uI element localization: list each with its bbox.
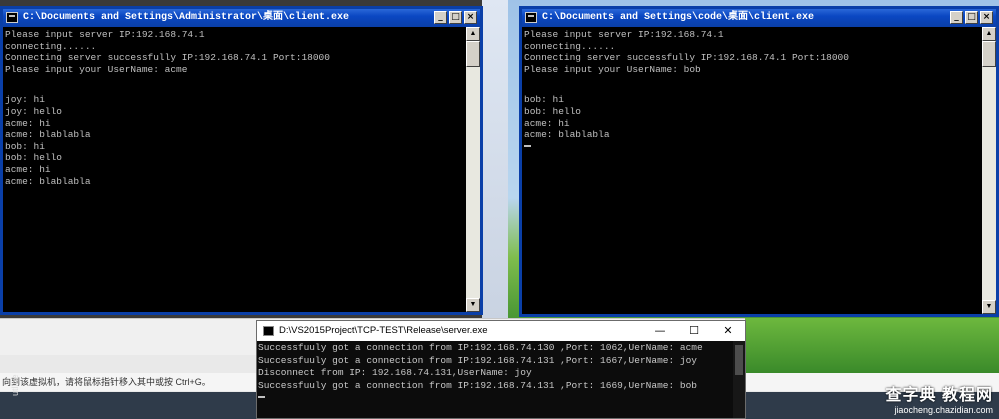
console-line: connecting......: [524, 40, 616, 52]
maximize-button[interactable]: ☐: [677, 321, 711, 341]
maximize-button[interactable]: □: [965, 11, 978, 24]
console-line: acme: hi: [524, 117, 570, 129]
console-line: Please input your UserName: bob: [524, 63, 701, 75]
console-line: acme: hi: [5, 117, 51, 129]
watermark: 查字典 教程网 jiaocheng.chazidian.com: [853, 381, 993, 415]
server-window[interactable]: D:\VS2015Project\TCP-TEST\Release\server…: [256, 320, 746, 419]
console-line: acme: hi: [5, 163, 51, 175]
minimize-button[interactable]: _: [434, 11, 447, 24]
scroll-up-arrow-icon[interactable]: ▲: [982, 27, 996, 41]
text-cursor: [258, 392, 732, 405]
scroll-down-arrow-icon[interactable]: ▼: [466, 298, 480, 312]
right-console-output[interactable]: Please input server IP:192.168.74.1 conne…: [522, 27, 982, 314]
console-line: bob: hi: [5, 140, 45, 152]
outline-tab[interactable]: utline: [10, 374, 20, 396]
console-line: Please input server IP:192.168.74.1: [524, 29, 724, 40]
minimize-button[interactable]: —: [643, 321, 677, 341]
left-window-title: C:\Documents and Settings\Administrator\…: [23, 12, 350, 23]
console-line: connecting......: [5, 40, 97, 52]
server-window-titlebar[interactable]: D:\VS2015Project\TCP-TEST\Release\server…: [257, 321, 745, 341]
console-line: bob: hello: [5, 152, 63, 164]
console-line: Connecting server successfully IP:192.16…: [524, 52, 849, 64]
scroll-thumb[interactable]: [735, 345, 743, 375]
desktop-grass-band: [745, 318, 999, 373]
console-icon[interactable]: [6, 12, 18, 23]
console-icon[interactable]: [263, 326, 274, 336]
console-line: Please input your UserName: acme: [5, 63, 188, 75]
console-line: joy: hello: [5, 105, 63, 117]
scroll-thumb[interactable]: [982, 41, 996, 67]
console-line: acme: blablabla: [5, 175, 91, 187]
console-line: Disconnect from IP: 192.168.74.131,UserN…: [258, 367, 532, 378]
vertical-scrollbar[interactable]: ▲ ▼: [466, 27, 480, 312]
console-line: Connecting server successfully IP:192.16…: [5, 52, 330, 64]
console-line: Please input server IP:192.168.74.1: [5, 29, 205, 40]
scroll-up-arrow-icon[interactable]: ▲: [466, 27, 480, 41]
close-button[interactable]: ×: [980, 11, 993, 24]
desktop-strip: [482, 0, 508, 320]
console-line: Successfuuly got a connection from IP:19…: [258, 342, 703, 353]
console-line: acme: blablabla: [524, 129, 610, 141]
server-window-title: D:\VS2015Project\TCP-TEST\Release\server…: [279, 325, 488, 336]
console-line: bob: hi: [524, 94, 564, 106]
scroll-down-arrow-icon[interactable]: ▼: [982, 300, 996, 314]
left-console-output[interactable]: Please input server IP:192.168.74.1 conne…: [3, 27, 466, 312]
right-window-titlebar[interactable]: C:\Documents and Settings\code\桌面\client…: [522, 9, 996, 27]
console-line: bob: hello: [524, 105, 582, 117]
text-cursor: [524, 141, 980, 153]
server-console-output[interactable]: Successfuuly got a connection from IP:19…: [257, 341, 733, 418]
console-line: Successfuuly got a connection from IP:19…: [258, 379, 697, 391]
minimize-button[interactable]: _: [950, 11, 963, 24]
scroll-thumb[interactable]: [466, 41, 480, 67]
console-line: Successfuuly got a connection from IP:19…: [258, 354, 697, 366]
console-icon[interactable]: [525, 12, 537, 23]
watermark-title: 查字典 教程网: [885, 387, 993, 404]
vertical-scrollbar[interactable]: [733, 341, 745, 418]
right-window-title: C:\Documents and Settings\code\桌面\client…: [542, 12, 815, 23]
console-line: acme: blablabla: [5, 129, 91, 141]
left-client-window[interactable]: C:\Documents and Settings\Administrator\…: [0, 6, 483, 315]
right-client-window[interactable]: C:\Documents and Settings\code\桌面\client…: [519, 6, 999, 317]
close-button[interactable]: ✕: [711, 321, 745, 341]
console-line: joy: hi: [5, 94, 45, 106]
watermark-url: jiaocheng.chazidian.com: [894, 405, 993, 415]
left-window-titlebar[interactable]: C:\Documents and Settings\Administrator\…: [3, 9, 480, 27]
maximize-button[interactable]: □: [449, 11, 462, 24]
close-button[interactable]: ×: [464, 11, 477, 24]
vertical-scrollbar[interactable]: ▲ ▼: [982, 27, 996, 314]
